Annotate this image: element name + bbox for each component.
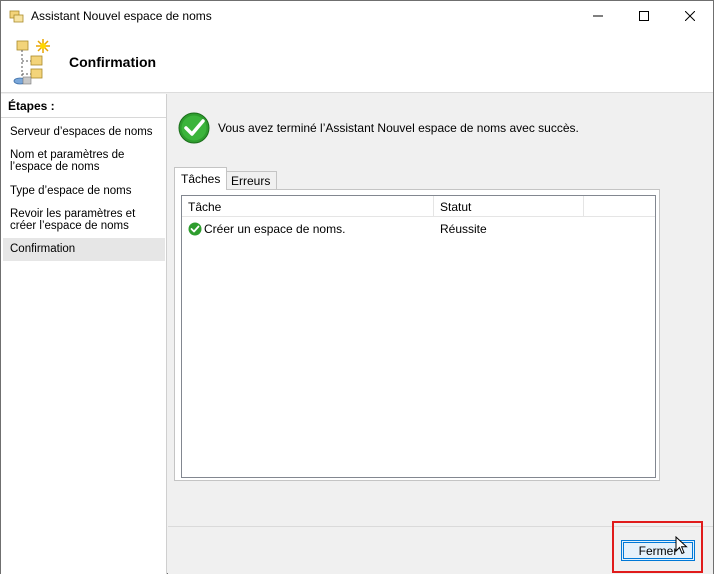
close-wizard-label: Fermer — [638, 544, 678, 558]
step-confirmation[interactable]: Confirmation — [3, 238, 165, 261]
column-header-status[interactable]: Statut — [434, 196, 584, 217]
column-header-empty — [584, 196, 655, 217]
namespace-wizard-icon — [9, 8, 25, 24]
row-task-cell: Créer un espace de noms. — [204, 222, 346, 236]
success-message: Vous avez terminé l’Assistant Nouvel esp… — [218, 121, 579, 135]
close-button[interactable] — [667, 1, 713, 31]
maximize-button[interactable] — [621, 1, 667, 31]
minimize-button[interactable] — [575, 1, 621, 31]
column-header-task[interactable]: Tâche — [182, 196, 434, 217]
namespace-tree-icon — [11, 37, 53, 87]
step-namespace-type[interactable]: Type d’espace de noms — [3, 185, 165, 197]
steps-heading: Étapes : — [1, 94, 166, 118]
tab-erreurs[interactable]: Erreurs — [224, 171, 278, 190]
list-header: Tâche Statut — [182, 196, 655, 217]
title-bar: Assistant Nouvel espace de noms — [1, 1, 713, 31]
steps-sidebar: Étapes : Serveur d’espaces de noms Nom e… — [1, 94, 167, 574]
row-status-cell: Réussite — [440, 222, 487, 236]
step-review-create[interactable]: Revoir les paramètres et créer l’espace … — [3, 208, 165, 232]
step-namespace-server[interactable]: Serveur d’espaces de noms — [3, 126, 165, 138]
step-namespace-name-settings[interactable]: Nom et paramètres de l’espace de noms — [3, 149, 165, 173]
window-title: Assistant Nouvel espace de noms — [31, 9, 212, 23]
success-check-icon — [188, 222, 202, 236]
maximize-icon — [639, 11, 649, 21]
footer-divider — [168, 526, 713, 527]
close-icon — [685, 11, 695, 21]
page-title: Confirmation — [69, 54, 157, 70]
success-check-icon — [178, 112, 210, 144]
mouse-cursor-icon — [675, 535, 689, 556]
minimize-icon — [593, 15, 603, 17]
table-row[interactable]: Créer un espace de noms. Réussite — [182, 220, 655, 238]
tab-panel: Tâche Statut Créer un espace de noms. Ré… — [174, 189, 660, 481]
task-list[interactable]: Tâche Statut Créer un espace de noms. Ré… — [181, 195, 656, 478]
wizard-window: Assistant Nouvel espace de noms Confirma… — [0, 0, 714, 574]
main-content: Vous avez terminé l’Assistant Nouvel esp… — [168, 94, 713, 574]
wizard-header: Confirmation — [1, 31, 713, 93]
tab-taches[interactable]: Tâches — [174, 167, 228, 190]
